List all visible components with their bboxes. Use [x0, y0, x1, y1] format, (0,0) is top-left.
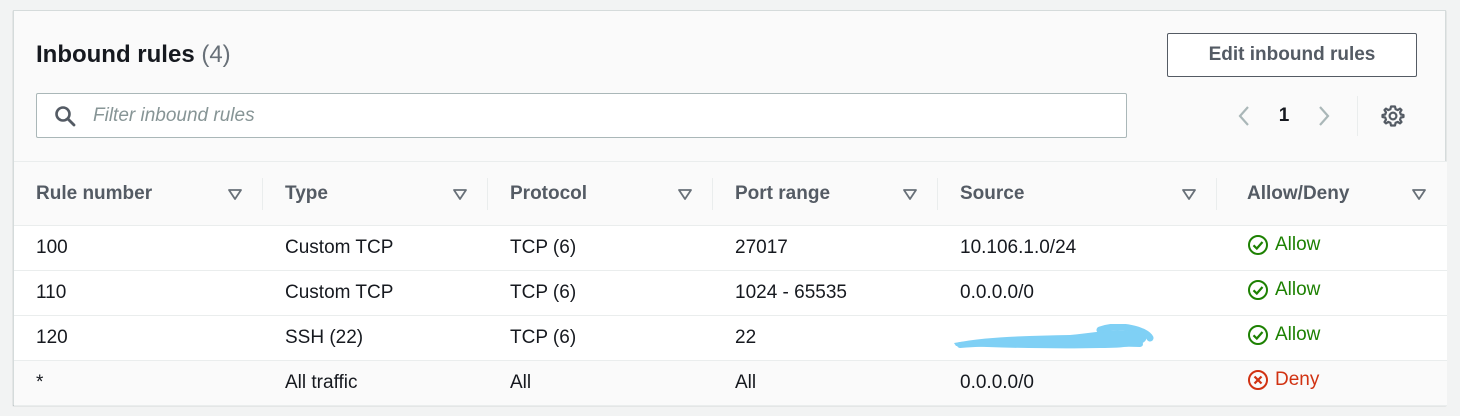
column-label: Rule number	[36, 182, 153, 204]
cell-action: Allow	[1217, 270, 1447, 316]
search-icon	[53, 104, 77, 128]
cell-port-range: All	[713, 360, 938, 406]
cell-source: 10.106.1.0/24	[938, 225, 1217, 271]
panel-header: Inbound rules (4) Edit inbound rules 1	[14, 11, 1445, 161]
cell-rule-number: *	[14, 360, 263, 406]
check-circle-icon	[1247, 324, 1269, 346]
table-row[interactable]: * All traffic All All 0.0.0.0/0 Deny	[14, 360, 1447, 406]
cell-rule-number: 110	[14, 270, 263, 316]
cell-type: SSH (22)	[263, 315, 488, 361]
column-label: Type	[285, 182, 328, 204]
chevron-left-icon[interactable]	[1229, 96, 1259, 136]
column-header-rule-number[interactable]: Rule number	[14, 161, 263, 226]
cell-type: Custom TCP	[263, 225, 488, 271]
table-row[interactable]: 120 SSH (22) TCP (6) 22 Allow	[14, 315, 1447, 361]
cell-rule-number: 120	[14, 315, 263, 361]
status-label: Deny	[1275, 369, 1320, 390]
column-header-protocol[interactable]: Protocol	[488, 161, 713, 226]
status-label: Allow	[1275, 324, 1321, 345]
status-label: Allow	[1275, 279, 1321, 300]
gear-icon[interactable]	[1378, 96, 1408, 136]
allow-status: Allow	[1247, 279, 1320, 301]
cell-source	[938, 315, 1217, 361]
sort-caret-icon[interactable]	[677, 186, 693, 202]
cell-protocol: TCP (6)	[488, 315, 713, 361]
chevron-right-icon[interactable]	[1309, 96, 1339, 136]
cell-type: All traffic	[263, 360, 488, 406]
sort-caret-icon[interactable]	[227, 186, 243, 202]
rules-table: Rule number Type Protocol Port range Sou…	[14, 161, 1447, 406]
pagination: 1	[1229, 96, 1408, 136]
column-header-type[interactable]: Type	[263, 161, 488, 226]
cell-port-range: 27017	[713, 225, 938, 271]
cell-port-range: 1024 - 65535	[713, 270, 938, 316]
inbound-rules-panel: Inbound rules (4) Edit inbound rules 1	[13, 10, 1447, 406]
pager-divider	[1357, 96, 1358, 136]
cell-action: Allow	[1217, 225, 1447, 271]
table-row[interactable]: 100 Custom TCP TCP (6) 27017 10.106.1.0/…	[14, 225, 1447, 271]
cell-source: 0.0.0.0/0	[938, 360, 1217, 406]
check-circle-icon	[1247, 279, 1269, 301]
sort-caret-icon[interactable]	[1411, 186, 1427, 202]
status-label: Allow	[1275, 234, 1321, 255]
rules-count: (4)	[201, 41, 231, 68]
deny-status: Deny	[1247, 369, 1319, 391]
page-number[interactable]: 1	[1259, 105, 1309, 127]
cell-action: Allow	[1217, 315, 1447, 361]
column-header-source[interactable]: Source	[938, 161, 1217, 226]
redaction-scribble	[950, 323, 1155, 350]
column-label: Allow/Deny	[1247, 182, 1350, 204]
cell-protocol: TCP (6)	[488, 270, 713, 316]
check-circle-icon	[1247, 234, 1269, 256]
cell-type: Custom TCP	[263, 270, 488, 316]
cell-action: Deny	[1217, 360, 1447, 406]
filter-input[interactable]	[91, 103, 995, 128]
filter-box[interactable]	[36, 93, 1127, 138]
table-row[interactable]: 110 Custom TCP TCP (6) 1024 - 65535 0.0.…	[14, 270, 1447, 316]
column-label: Port range	[735, 182, 831, 204]
x-circle-icon	[1247, 369, 1269, 391]
allow-status: Allow	[1247, 234, 1320, 256]
table-header-row: Rule number Type Protocol Port range Sou…	[14, 161, 1447, 226]
cell-protocol: TCP (6)	[488, 225, 713, 271]
page-title: Inbound rules (4)	[36, 41, 231, 69]
sort-caret-icon[interactable]	[902, 186, 918, 202]
column-label: Protocol	[510, 182, 588, 204]
cell-port-range: 22	[713, 315, 938, 361]
edit-inbound-rules-button[interactable]: Edit inbound rules	[1167, 33, 1417, 77]
column-header-port-range[interactable]: Port range	[713, 161, 938, 226]
column-header-allow-deny[interactable]: Allow/Deny	[1217, 161, 1447, 226]
cell-source: 0.0.0.0/0	[938, 270, 1217, 316]
column-label: Source	[960, 182, 1025, 204]
allow-status: Allow	[1247, 324, 1320, 346]
title-text: Inbound rules	[36, 41, 195, 68]
sort-caret-icon[interactable]	[452, 186, 468, 202]
sort-caret-icon[interactable]	[1181, 186, 1197, 202]
cell-rule-number: 100	[14, 225, 263, 271]
cell-protocol: All	[488, 360, 713, 406]
